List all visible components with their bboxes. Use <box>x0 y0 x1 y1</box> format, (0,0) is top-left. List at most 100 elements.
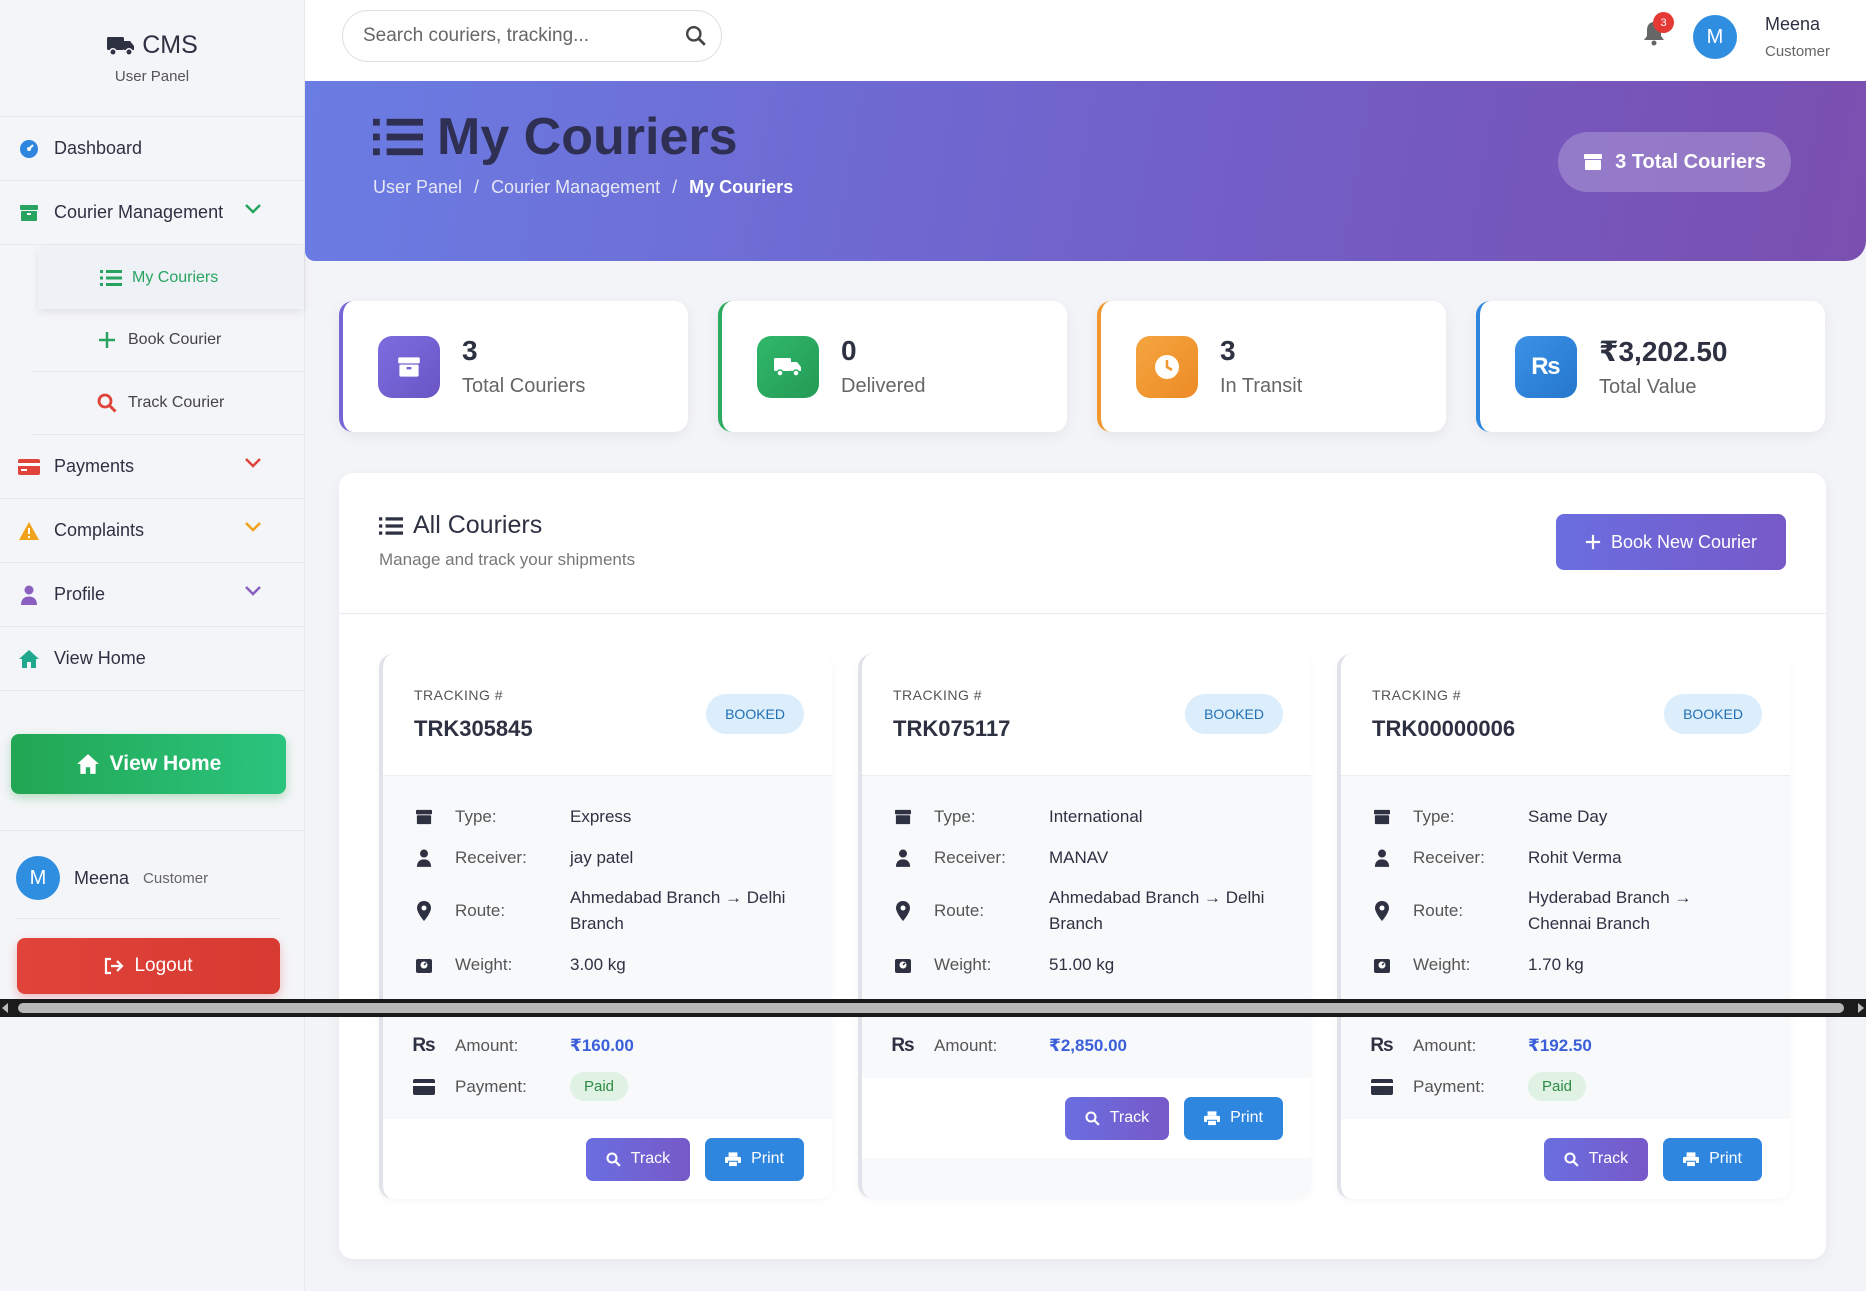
detail-row-weight: Weight: 1.70 kg <box>1341 944 1790 985</box>
scroll-right-arrow[interactable] <box>1858 1003 1864 1013</box>
stat-card-total-couriers: 3 Total Couriers <box>339 301 688 432</box>
sidebar-item-dashboard[interactable]: Dashboard <box>0 117 304 181</box>
avatar: M <box>16 856 60 900</box>
detail-row-route: Route: Ahmedabad Branch → Delhi Branch <box>383 878 832 944</box>
user-menu[interactable]: Meena Customer <box>1765 14 1830 60</box>
sidebar-item-label: Payments <box>54 456 135 476</box>
view-home-button-label: View Home <box>109 752 222 775</box>
detail-label: Weight: <box>934 954 992 974</box>
detail-label: Route: <box>455 901 506 920</box>
detail-label: Type: <box>455 806 497 826</box>
detail-row-route: Route: Hyderabad Branch → Chennai Branch <box>1341 878 1790 944</box>
home-icon <box>18 648 40 670</box>
weight-icon <box>413 956 435 974</box>
breadcrumb-item[interactable]: User Panel <box>373 177 462 198</box>
chevron-down-icon[interactable] <box>244 585 262 597</box>
detail-label: Weight: <box>455 954 513 974</box>
detail-row-type: Type: Same Day <box>1341 796 1790 837</box>
sidebar-item-complaints[interactable]: Complaints <box>0 499 304 563</box>
user-icon <box>18 584 40 606</box>
status-badge: BOOKED <box>706 694 804 734</box>
detail-value: Ahmedabad Branch → Delhi Branch <box>1049 888 1265 933</box>
tracking-number[interactable]: TRK075117 <box>893 716 1010 742</box>
detail-value: jay patel <box>570 847 634 867</box>
detail-label: Receiver: <box>455 847 527 867</box>
detail-value: MANAV <box>1049 847 1109 867</box>
detail-row-weight: Weight: 3.00 kg <box>383 944 832 985</box>
sidebar-subitem-track-courier[interactable]: Track Courier <box>32 372 304 435</box>
breadcrumb: User Panel / Courier Management / My Cou… <box>373 177 793 198</box>
chevron-down-icon[interactable] <box>244 203 262 215</box>
search-bar[interactable] <box>342 10 722 62</box>
box-icon <box>1371 809 1393 825</box>
detail-value: Hyderabad Branch → Chennai Branch <box>1528 888 1692 933</box>
sidebar-subitem-book-courier[interactable]: Book Courier <box>32 309 304 372</box>
avatar[interactable]: M <box>1693 15 1737 59</box>
detail-label: Route: <box>934 901 985 920</box>
detail-value: Express <box>570 806 632 826</box>
box-icon <box>1583 153 1603 171</box>
detail-value: 3.00 kg <box>570 954 626 974</box>
rupee-icon: ₨ <box>1515 335 1577 398</box>
book-new-courier-button[interactable]: Book New Courier <box>1556 514 1786 570</box>
app-logo[interactable]: CMS User Panel <box>0 0 304 117</box>
box-icon <box>892 809 914 825</box>
breadcrumb-separator: / <box>474 177 480 197</box>
map-pin-icon <box>1371 901 1393 921</box>
truck-icon <box>757 335 819 398</box>
sidebar-subitem-my-couriers[interactable]: My Couriers <box>38 247 304 309</box>
user-icon <box>892 849 914 867</box>
horizontal-scrollbar[interactable] <box>0 999 1866 1017</box>
tracking-number[interactable]: TRK00000006 <box>1372 716 1515 742</box>
tracking-number[interactable]: TRK305845 <box>414 716 533 742</box>
box-icon <box>18 202 40 224</box>
book-new-courier-label: Book New Courier <box>1610 531 1758 552</box>
user-icon <box>413 849 435 867</box>
stat-value: ₹3,202.50 <box>1599 335 1728 367</box>
detail-value: International <box>1049 806 1143 826</box>
tracking-label: TRACKING # <box>893 687 983 703</box>
logout-button[interactable]: Logout <box>17 938 280 994</box>
stat-value: 3 <box>1220 335 1236 366</box>
courier-card-header: TRACKING # TRK305845 BOOKED <box>383 654 832 776</box>
list-icon <box>100 267 122 289</box>
sidebar-user-name: Meena <box>74 867 130 888</box>
breadcrumb-separator: / <box>672 177 678 197</box>
stat-label: Delivered <box>841 375 926 397</box>
scrollbar-thumb[interactable] <box>18 1003 1844 1013</box>
user-role: Customer <box>1765 43 1831 60</box>
stat-value: 0 <box>841 335 857 366</box>
chevron-down-icon[interactable] <box>244 457 262 469</box>
notification-badge: 3 <box>1653 12 1674 33</box>
sidebar-subitem-label: Book Courier <box>128 331 222 348</box>
stat-card-delivered: 0 Delivered <box>718 301 1067 432</box>
box-icon <box>413 809 435 825</box>
list-icon <box>379 516 403 536</box>
sidebar-item-view-home[interactable]: View Home <box>0 627 304 691</box>
sidebar-item-profile[interactable]: Profile <box>0 563 304 627</box>
sidebar-item-courier-management[interactable]: Courier Management <box>0 181 304 245</box>
topbar: 3 M Meena Customer <box>305 0 1866 81</box>
sidebar-item-label: Dashboard <box>54 138 143 158</box>
user-name: Meena <box>1765 14 1821 34</box>
courier-card-header: TRACKING # TRK075117 BOOKED <box>862 654 1311 776</box>
search-icon[interactable] <box>685 25 707 47</box>
view-home-button[interactable]: View Home <box>11 734 286 794</box>
total-couriers-pill: 3 Total Couriers <box>1558 132 1791 192</box>
panel-title-text: All Couriers <box>413 511 543 539</box>
detail-row-receiver: Receiver: Rohit Verma <box>1341 837 1790 878</box>
chevron-down-icon[interactable] <box>244 521 262 533</box>
sidebar-item-payments[interactable]: Payments <box>0 435 304 499</box>
scroll-left-arrow[interactable] <box>2 1003 8 1013</box>
map-pin-icon <box>413 901 435 921</box>
tracking-label: TRACKING # <box>414 687 504 703</box>
stat-label: Total Couriers <box>462 375 586 397</box>
breadcrumb-item[interactable]: Courier Management <box>491 177 660 198</box>
courier-card-header: TRACKING # TRK00000006 BOOKED <box>1341 654 1790 776</box>
panel-subtitle: Manage and track your shipments <box>379 550 636 569</box>
divider <box>17 918 280 919</box>
list-icon <box>373 116 423 158</box>
detail-value: 51.00 kg <box>1049 954 1115 974</box>
sidebar-item-label: Courier Management <box>54 202 224 222</box>
search-input[interactable] <box>363 25 663 47</box>
